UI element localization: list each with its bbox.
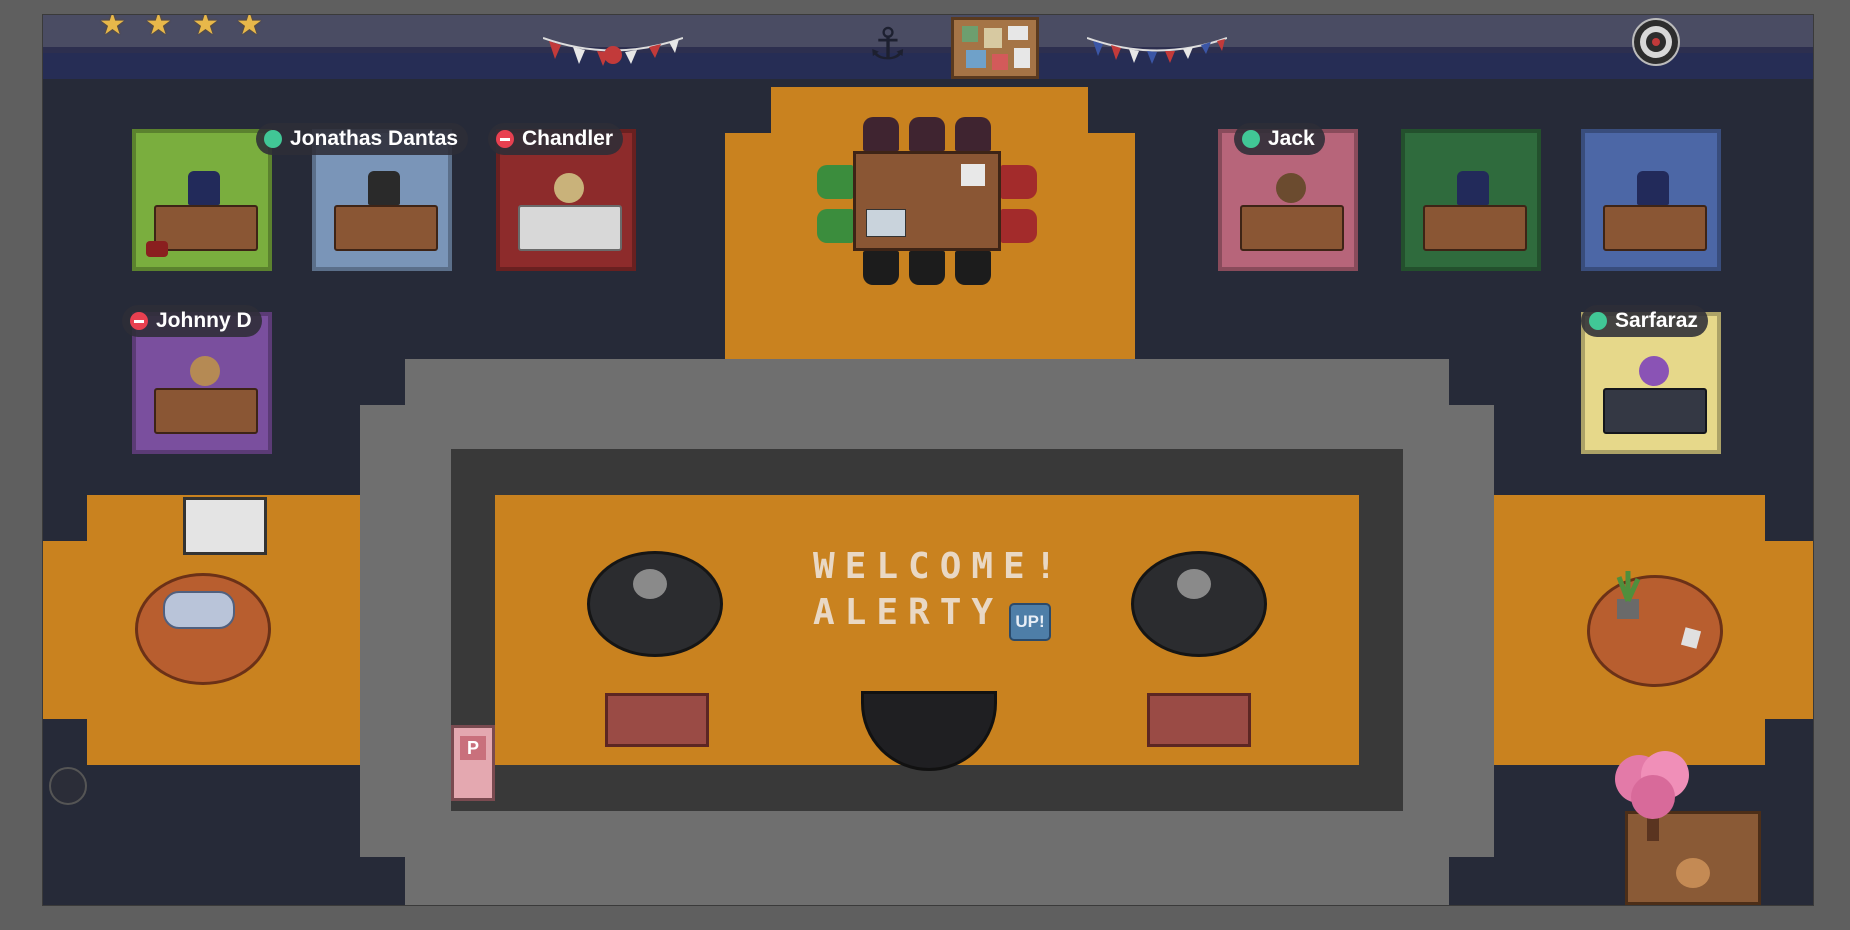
round-table[interactable] [1587, 575, 1723, 687]
welcome-line-1: WELCOME! [813, 546, 1067, 587]
star-icon: ★ [236, 14, 263, 42]
wall-trim [43, 53, 1813, 79]
chair[interactable] [955, 251, 991, 285]
status-busy-icon [130, 312, 148, 330]
player-name: Johnny D [156, 309, 252, 332]
chair[interactable] [817, 209, 853, 243]
rug [605, 693, 709, 747]
chair[interactable] [955, 117, 991, 151]
chair[interactable] [909, 251, 945, 285]
chair[interactable] [863, 251, 899, 285]
portal-icon[interactable] [49, 767, 87, 805]
top-wall [43, 15, 1813, 53]
meeting-table[interactable] [853, 151, 1001, 251]
chair[interactable] [863, 117, 899, 151]
player-nametag[interactable]: Sarfaraz [1581, 305, 1708, 337]
plant-icon [1616, 571, 1641, 619]
game-controller-icon[interactable] [163, 591, 235, 629]
player-name: Jack [1268, 127, 1315, 150]
coffee-machine-icon[interactable] [633, 569, 667, 599]
star-icon: ★ [99, 14, 126, 42]
desk-dark-green[interactable] [1401, 129, 1541, 271]
cherry-tree-icon [1615, 751, 1689, 841]
desk-green[interactable] [132, 129, 272, 271]
status-available-icon [1589, 312, 1607, 330]
player-name: Chandler [522, 127, 614, 150]
bunting-icon [1087, 37, 1227, 64]
chair[interactable] [817, 165, 853, 199]
round-table[interactable] [1131, 551, 1267, 657]
rug [1147, 693, 1251, 747]
round-table[interactable] [135, 573, 271, 685]
player-nametag[interactable]: Jack [1234, 123, 1325, 155]
coffee-machine-icon[interactable] [1177, 569, 1211, 599]
star-icon: ★ [145, 14, 172, 42]
corkboard-icon[interactable] [951, 17, 1039, 79]
parking-sign[interactable]: P [451, 725, 495, 801]
desk-indigo[interactable] [1581, 129, 1721, 271]
status-busy-icon [496, 130, 514, 148]
player-nametag[interactable]: Johnny D [122, 305, 262, 337]
chair[interactable] [1001, 165, 1037, 199]
chair[interactable] [1001, 209, 1037, 243]
game-map[interactable]: ★ ★ ★ ★ ⚓ WELCOME! ALERTY UP! P Jonathas… [42, 14, 1814, 906]
player-nametag[interactable]: Chandler [488, 123, 624, 155]
dartboard-icon[interactable] [1631, 17, 1681, 67]
anchor-icon: ⚓ [868, 19, 908, 70]
bunting-icon [543, 37, 683, 66]
welcome-line-2: ALERTY [813, 592, 1004, 633]
sign-letter: P [460, 736, 486, 760]
status-available-icon [264, 130, 282, 148]
status-available-icon [1242, 130, 1260, 148]
player-name: Jonathas Dantas [290, 127, 459, 150]
player-nametag[interactable]: Jonathas Dantas [256, 123, 469, 155]
star-icon: ★ [192, 14, 219, 42]
chair[interactable] [909, 117, 945, 151]
up-badge: UP! [1009, 603, 1051, 641]
round-table[interactable] [587, 551, 723, 657]
player-name: Sarfaraz [1615, 309, 1698, 332]
whiteboard[interactable] [183, 497, 267, 555]
